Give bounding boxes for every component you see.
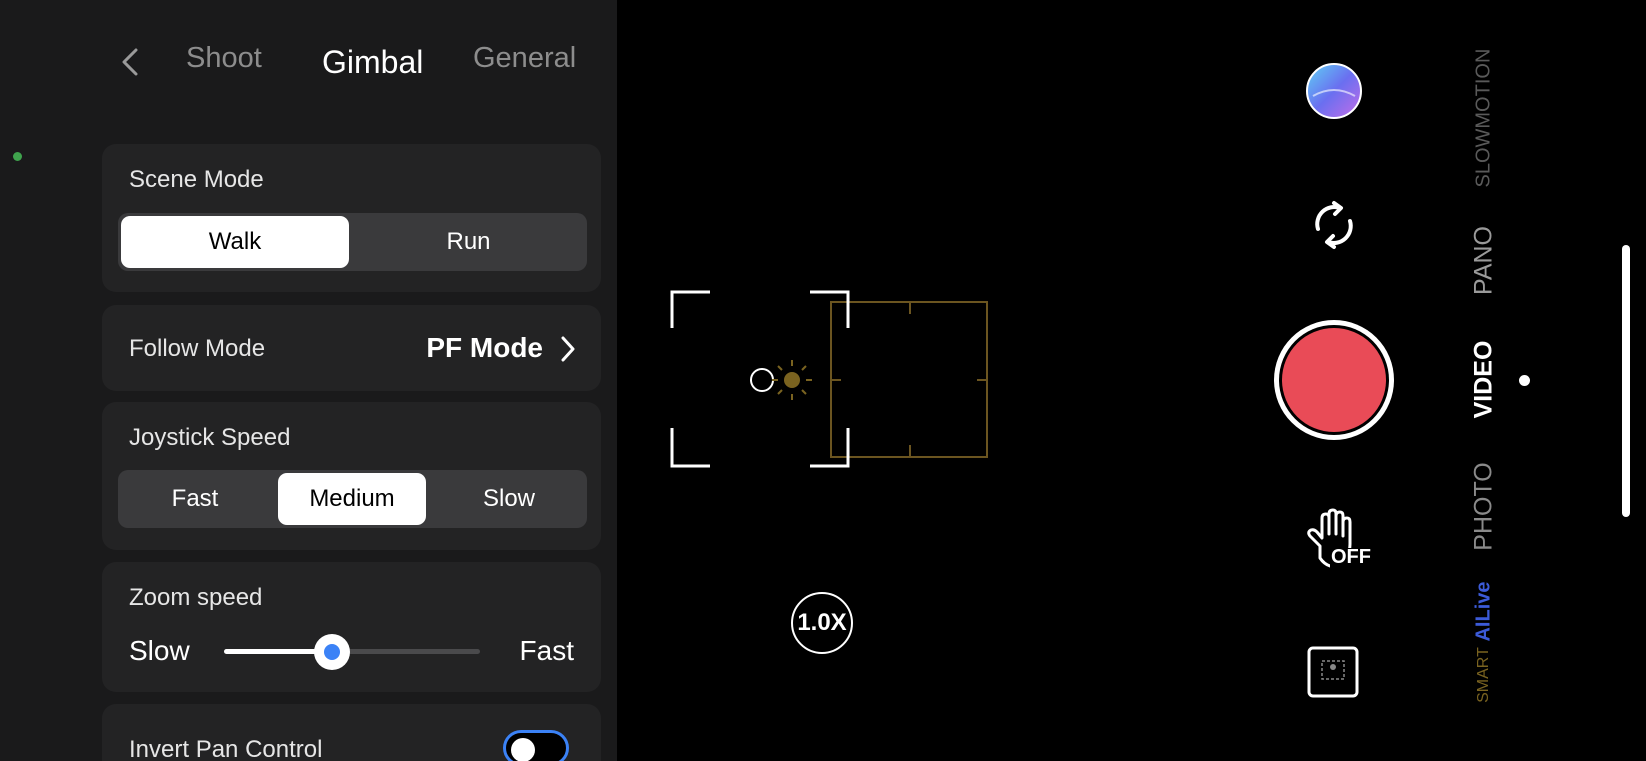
tab-gimbal[interactable]: Gimbal — [322, 44, 423, 81]
scroll-indicator[interactable] — [1622, 245, 1630, 517]
toggle-knob — [511, 738, 535, 761]
zoom-speed-card: Zoom speed Slow Fast — [102, 562, 601, 692]
gallery-thumbnail-icon — [1306, 63, 1362, 119]
follow-mode-row[interactable]: Follow Mode PF Mode — [102, 305, 601, 391]
mode-smart[interactable]: SMART — [1475, 640, 1493, 710]
mode-slowmotion[interactable]: SLOWMOTION — [1473, 49, 1496, 188]
slider-knob[interactable] — [314, 634, 350, 670]
slider-knob-center — [324, 644, 340, 660]
scene-mode-run[interactable]: Run — [353, 216, 584, 268]
joystick-speed-medium[interactable]: Medium — [278, 473, 426, 525]
flip-camera-button[interactable] — [1306, 197, 1362, 253]
joystick-speed-selector: Fast Medium Slow — [118, 470, 587, 528]
back-button[interactable] — [112, 44, 148, 80]
record-button[interactable] — [1272, 318, 1396, 442]
gallery-thumbnail[interactable] — [1305, 62, 1363, 120]
mode-pano[interactable]: PANO — [1470, 221, 1499, 301]
flip-camera-icon — [1315, 201, 1353, 249]
active-mode-indicator — [1519, 375, 1530, 386]
focus-box — [830, 301, 988, 458]
tracking-corners — [670, 290, 850, 468]
record-icon — [1274, 320, 1394, 440]
mode-video[interactable]: VIDEO — [1470, 335, 1499, 425]
follow-mode-value: PF Mode — [426, 332, 543, 363]
frame-template-button[interactable] — [1306, 645, 1360, 699]
status-dot — [13, 152, 22, 161]
scene-mode-walk[interactable]: Walk — [121, 216, 349, 268]
scene-mode-label: Scene Mode — [129, 166, 264, 193]
gesture-control-button[interactable]: OFF — [1302, 508, 1371, 574]
zoom-level-button[interactable]: 1.0X — [791, 592, 853, 654]
gesture-off-label: OFF — [1331, 546, 1371, 568]
chevron-left-icon — [122, 48, 138, 76]
joystick-speed-card: Joystick Speed Fast Medium Slow — [102, 402, 601, 550]
scene-mode-selector: Walk Run — [118, 213, 587, 271]
chevron-right-icon — [561, 336, 575, 362]
tab-shoot[interactable]: Shoot — [186, 42, 262, 75]
tracking-frame[interactable] — [670, 288, 1000, 473]
joystick-speed-slow[interactable]: Slow — [434, 473, 584, 525]
focus-point-icon — [750, 368, 774, 392]
invert-pan-label: Invert Pan Control — [129, 736, 323, 761]
settings-panel: Shoot Gimbal General Scene Mode Walk Run… — [0, 0, 617, 761]
invert-pan-card: Invert Pan Control — [102, 704, 601, 761]
zoom-speed-min-label: Slow — [129, 635, 190, 666]
zoom-speed-slider[interactable] — [224, 632, 480, 672]
joystick-speed-label: Joystick Speed — [129, 424, 291, 451]
tab-general[interactable]: General — [473, 42, 576, 75]
mode-photo[interactable]: PHOTO — [1470, 457, 1499, 557]
zoom-speed-max-label: Fast — [519, 635, 574, 666]
invert-pan-toggle[interactable] — [503, 730, 569, 761]
frame-template-icon — [1307, 646, 1359, 698]
joystick-speed-fast[interactable]: Fast — [121, 473, 269, 525]
zoom-speed-label: Zoom speed — [129, 584, 263, 611]
exposure-sun-icon[interactable] — [772, 360, 812, 400]
follow-mode-label: Follow Mode — [129, 335, 266, 362]
scene-mode-card: Scene Mode Walk Run — [102, 144, 601, 292]
